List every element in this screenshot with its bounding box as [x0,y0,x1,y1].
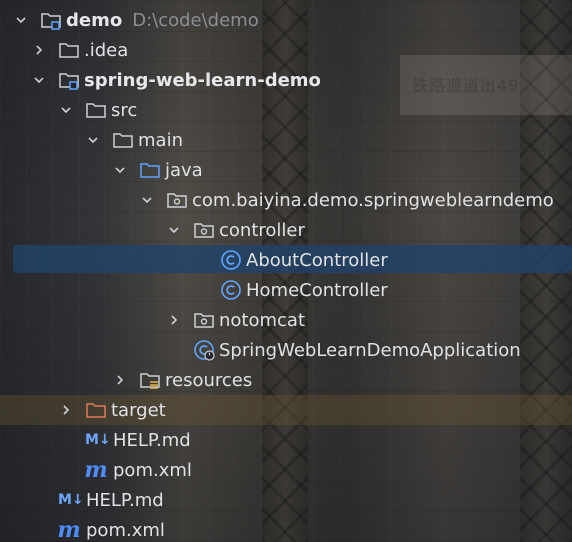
tree-node-label: AboutController [246,249,388,271]
chevron-right-icon[interactable] [59,403,73,417]
tree-node-demo[interactable]: demo D:\code\demo [0,5,572,35]
source-folder-icon [139,159,161,181]
tree-node-home-controller[interactable]: HomeController [0,275,572,305]
spring-boot-class-icon [193,339,215,361]
tree-node-label: .idea [84,39,129,61]
tree-node-java[interactable]: java [0,155,572,185]
tree-node-label: com.baiyina.demo.springweblearndemo [192,189,554,211]
tree-node-resources[interactable]: resources [0,365,572,395]
excluded-folder-icon [85,399,107,421]
module-folder-icon [58,69,80,91]
folder-icon [58,39,80,61]
chevron-right-icon[interactable] [167,313,181,327]
chevron-down-icon[interactable] [14,13,28,27]
tree-node-src[interactable]: src [0,95,572,125]
markdown-icon: M↓ [58,492,84,508]
tree-node-target[interactable]: target [0,395,572,425]
resources-folder-icon [139,369,161,391]
package-icon [193,309,215,331]
tree-node-label: resources [165,369,253,391]
tree-node-label: main [138,129,183,151]
chevron-down-icon[interactable] [32,73,46,87]
package-icon [193,219,215,241]
tree-node-label: src [111,99,138,121]
folder-icon [85,99,107,121]
chevron-down-icon[interactable] [86,133,100,147]
tree-node-label: target [111,399,166,421]
class-icon [220,249,242,271]
tree-node-module[interactable]: spring-web-learn-demo [0,65,572,95]
tree-node-label: pom.xml [86,519,165,541]
tree-node-label: spring-web-learn-demo [84,69,321,91]
tree-node-label: HELP.md [86,489,164,511]
chevron-right-icon[interactable] [32,43,46,57]
tree-node-idea[interactable]: .idea [0,35,572,65]
chevron-down-icon[interactable] [113,163,127,177]
tree-node-label: controller [219,219,305,241]
tree-node-label: HomeController [246,279,388,301]
markdown-icon: M↓ [85,432,111,448]
maven-icon: m [84,457,108,483]
tree-node-root-help[interactable]: M↓ HELP.md [0,485,572,515]
class-icon [220,279,242,301]
tree-node-label: demo [66,9,123,31]
tree-node-package[interactable]: com.baiyina.demo.springweblearndemo [0,185,572,215]
tree-node-controller[interactable]: controller [0,215,572,245]
chevron-down-icon[interactable] [167,223,181,237]
chevron-down-icon[interactable] [59,103,73,117]
tree-node-label: SpringWebLearnDemoApplication [219,339,521,361]
tree-node-label: HELP.md [113,429,191,451]
tree-node-module-pom[interactable]: m pom.xml [0,455,572,485]
tree-node-path: D:\code\demo [132,9,259,31]
chevron-right-icon[interactable] [113,373,127,387]
tree-node-about-controller[interactable]: AboutController [0,245,572,275]
tree-node-root-pom[interactable]: m pom.xml [0,515,572,542]
tree-node-module-help[interactable]: M↓ HELP.md [0,425,572,455]
tree-node-label: notomcat [219,309,306,331]
folder-icon [112,129,134,151]
package-icon [166,189,188,211]
chevron-down-icon[interactable] [140,193,154,207]
tree-node-notomcat[interactable]: notomcat [0,305,572,335]
maven-icon: m [57,517,81,542]
module-folder-icon [40,9,62,31]
tree-node-application[interactable]: SpringWebLearnDemoApplication [0,335,572,365]
project-tree: demo D:\code\demo .idea spring-web-learn… [0,5,572,542]
tree-node-label: java [165,159,203,181]
tree-node-main[interactable]: main [0,125,572,155]
tree-node-label: pom.xml [113,459,192,481]
